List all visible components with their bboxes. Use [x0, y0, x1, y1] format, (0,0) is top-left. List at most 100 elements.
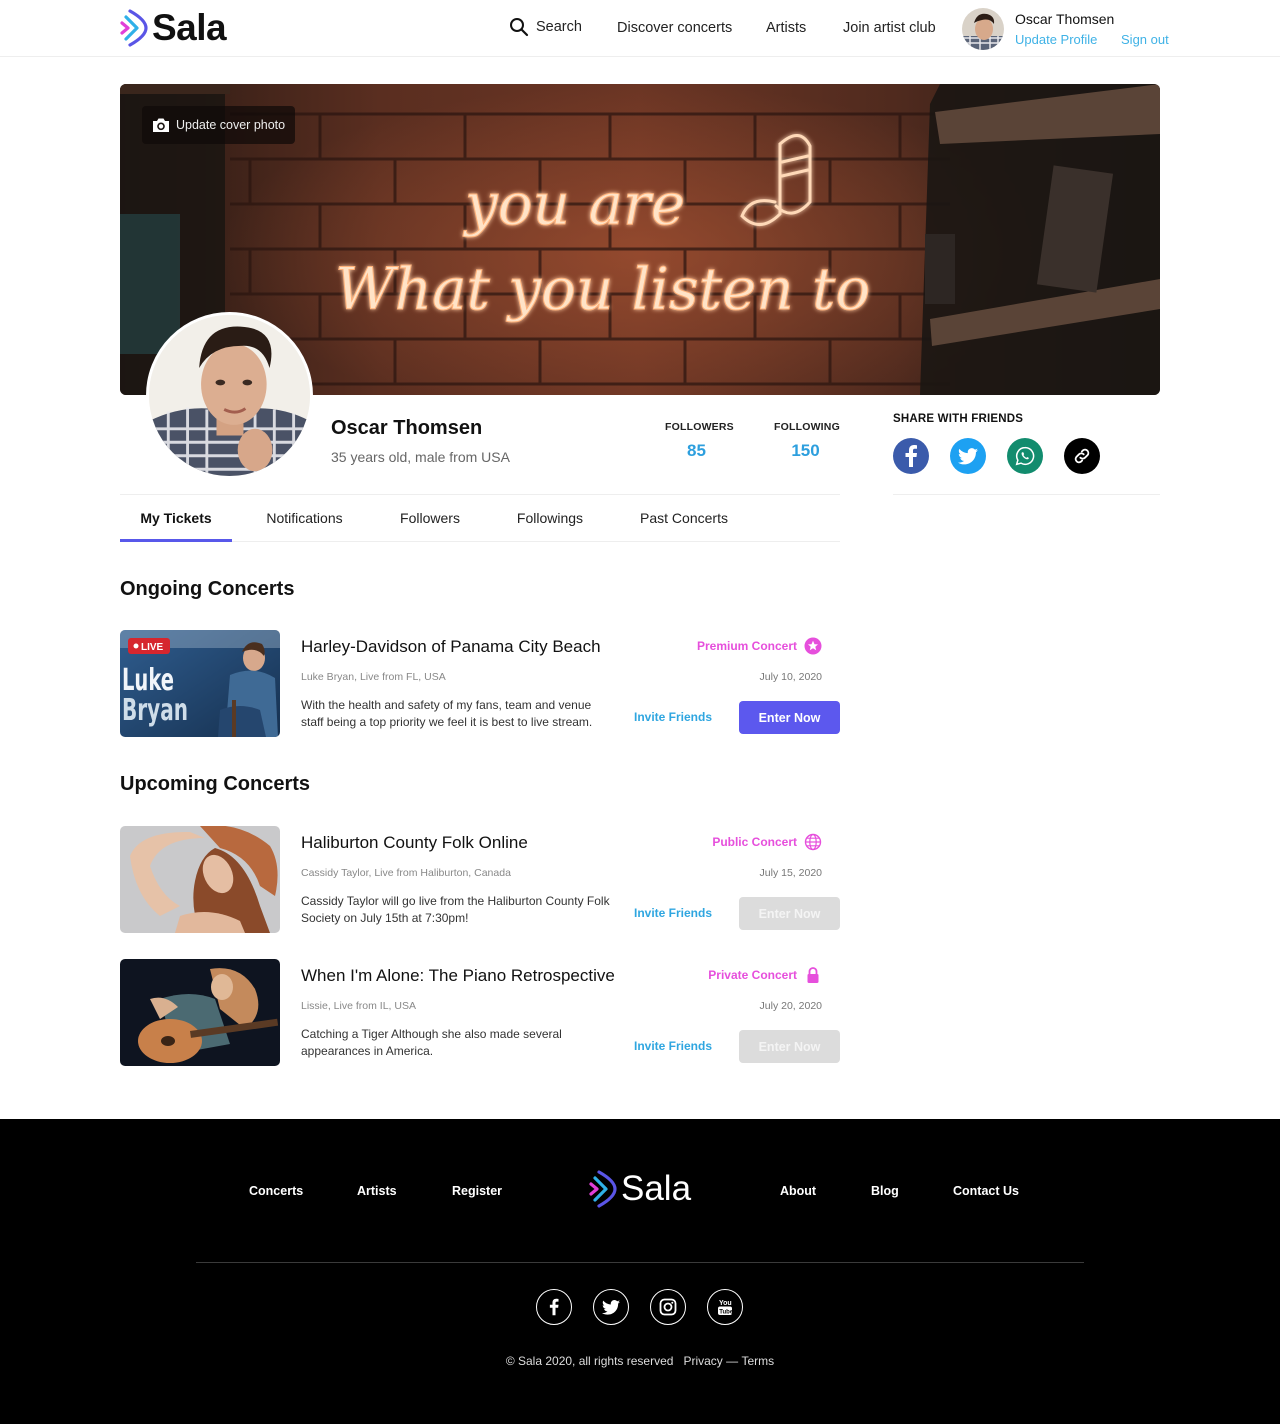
- footer-youtube-button[interactable]: You Tube: [707, 1289, 743, 1325]
- invite-friends-link[interactable]: Invite Friends: [634, 710, 712, 724]
- whatsapp-icon: [1015, 446, 1035, 466]
- footer-copyright: © Sala 2020, all rights reserved Privacy…: [0, 1354, 1280, 1368]
- followers-count: 85: [687, 441, 706, 460]
- facebook-icon: [905, 445, 917, 467]
- update-cover-photo-button[interactable]: Update cover photo: [142, 106, 296, 144]
- nav-join-artist-club[interactable]: Join artist club: [843, 20, 936, 36]
- footer: Concerts Artists Register Sala About Blo…: [0, 1119, 1280, 1424]
- footer-separator: —: [726, 1354, 739, 1368]
- profile-avatar[interactable]: [146, 312, 313, 479]
- footer-divider: [196, 1262, 1084, 1263]
- profile-subtitle: 35 years old, male from USA: [331, 449, 510, 465]
- brand-name: Sala: [152, 7, 227, 48]
- user-menu: Oscar Thomsen Update Profile Sign out: [962, 7, 1169, 51]
- footer-link-register[interactable]: Register: [452, 1184, 502, 1198]
- update-cover-photo-label: Update cover photo: [176, 118, 286, 132]
- share-panel: SHARE WITH FRIENDS: [893, 413, 1100, 474]
- top-header: Sala Search Discover concerts Artists Jo…: [0, 0, 1280, 57]
- concert-card: Haliburton County Folk Online Cassidy Ta…: [120, 826, 840, 933]
- share-divider: [893, 494, 1160, 495]
- twitter-icon: [602, 1299, 620, 1315]
- tab-notifications[interactable]: Notifications: [256, 495, 353, 542]
- copyright-text: © Sala 2020, all rights reserved: [505, 1354, 674, 1368]
- nav-artists[interactable]: Artists: [766, 20, 806, 36]
- concert-date: July 10, 2020: [759, 671, 822, 683]
- instagram-icon: [659, 1298, 677, 1316]
- concert-title[interactable]: Harley-Davidson of Panama City Beach: [301, 637, 601, 657]
- footer-link-about[interactable]: About: [780, 1184, 816, 1198]
- sala-logo-icon: [120, 9, 148, 47]
- footer-link-blog[interactable]: Blog: [871, 1184, 899, 1198]
- neon-line2: What you listen to: [335, 255, 870, 323]
- concert-artist-location: Lissie, Live from IL, USA: [301, 1000, 416, 1012]
- svg-text:You: You: [719, 1300, 732, 1307]
- profile-name: Oscar Thomsen: [331, 417, 483, 439]
- share-twitter-button[interactable]: [950, 438, 986, 474]
- concert-thumbnail[interactable]: [120, 959, 280, 1066]
- share-whatsapp-button[interactable]: [1007, 438, 1043, 474]
- svg-text:Tube: Tube: [719, 1309, 733, 1315]
- twitter-icon: [958, 447, 978, 464]
- concert-artist-location: Cassidy Taylor, Live from Haliburton, Ca…: [301, 867, 511, 879]
- concert-date: July 15, 2020: [759, 867, 822, 879]
- enter-now-button[interactable]: Enter Now: [739, 1030, 840, 1063]
- concert-title[interactable]: Haliburton County Folk Online: [301, 833, 528, 853]
- youtube-icon: You Tube: [718, 1300, 733, 1315]
- nav-discover-concerts[interactable]: Discover concerts: [617, 20, 732, 36]
- privacy-link[interactable]: Privacy: [683, 1354, 722, 1368]
- search-label: Search: [536, 19, 582, 35]
- concert-type-badge: Public Concert: [712, 833, 822, 851]
- footer-instagram-button[interactable]: [650, 1289, 686, 1325]
- lock-icon: [807, 967, 819, 983]
- sala-logo-icon: [589, 1170, 617, 1208]
- enter-now-button[interactable]: Enter Now: [739, 897, 840, 930]
- profile-tabs: My Tickets Notifications Followers Follo…: [120, 495, 840, 542]
- update-profile-link[interactable]: Update Profile: [1015, 32, 1097, 47]
- user-avatar[interactable]: [962, 8, 1004, 50]
- globe-icon: [804, 833, 822, 851]
- concert-card: LIVE Luke Bryan Harley-Davidson of Panam…: [120, 630, 840, 737]
- footer-link-contact-us[interactable]: Contact Us: [953, 1184, 1019, 1198]
- invite-friends-link[interactable]: Invite Friends: [634, 906, 712, 920]
- upcoming-concerts-title: Upcoming Concerts: [120, 773, 311, 795]
- concert-type-badge: Private Concert: [708, 966, 822, 984]
- tab-followings[interactable]: Followings: [507, 495, 593, 542]
- search-button[interactable]: Search: [509, 17, 582, 37]
- concert-date: July 20, 2020: [759, 1000, 822, 1012]
- following-stat[interactable]: FOLLOWING 150: [774, 421, 840, 461]
- footer-brand-logo[interactable]: Sala: [587, 1169, 691, 1209]
- concert-artist-location: Luke Bryan, Live from FL, USA: [301, 671, 446, 683]
- followers-label: FOLLOWERS: [665, 421, 734, 433]
- concert-thumbnail[interactable]: [120, 826, 280, 933]
- share-facebook-button[interactable]: [893, 438, 929, 474]
- concert-thumbnail[interactable]: LIVE Luke Bryan: [120, 630, 280, 737]
- share-title: SHARE WITH FRIENDS: [893, 413, 1024, 425]
- tab-my-tickets[interactable]: My Tickets: [120, 495, 232, 542]
- live-badge: LIVE: [141, 642, 164, 653]
- footer-brand-name: Sala: [621, 1169, 692, 1208]
- tab-past-concerts[interactable]: Past Concerts: [630, 495, 738, 542]
- concert-type-label: Public Concert: [712, 835, 797, 849]
- tab-followers[interactable]: Followers: [388, 495, 472, 542]
- thumb-artist-last: Bryan: [122, 693, 188, 728]
- profile-avatar-image: [149, 315, 310, 476]
- footer-link-artists[interactable]: Artists: [357, 1184, 397, 1198]
- neon-line1: you are: [462, 170, 685, 238]
- concert-type-badge: Premium Concert: [697, 637, 822, 655]
- link-icon: [1074, 448, 1090, 464]
- footer-link-concerts[interactable]: Concerts: [249, 1184, 303, 1198]
- concert-card: When I'm Alone: The Piano Retrospective …: [120, 959, 840, 1066]
- invite-friends-link[interactable]: Invite Friends: [634, 1039, 712, 1053]
- camera-icon: [153, 118, 169, 132]
- concert-type-label: Premium Concert: [696, 639, 797, 653]
- concert-description: Cassidy Taylor will go live from the Hal…: [301, 894, 610, 925]
- enter-now-button[interactable]: Enter Now: [739, 701, 840, 734]
- concert-title[interactable]: When I'm Alone: The Piano Retrospective: [301, 966, 615, 986]
- footer-facebook-button[interactable]: [536, 1289, 572, 1325]
- sign-out-link[interactable]: Sign out: [1121, 32, 1169, 47]
- brand-logo[interactable]: Sala: [118, 7, 227, 48]
- footer-twitter-button[interactable]: [593, 1289, 629, 1325]
- terms-link[interactable]: Terms: [741, 1354, 774, 1368]
- share-link-button[interactable]: [1064, 438, 1100, 474]
- followers-stat[interactable]: FOLLOWERS 85: [665, 421, 734, 461]
